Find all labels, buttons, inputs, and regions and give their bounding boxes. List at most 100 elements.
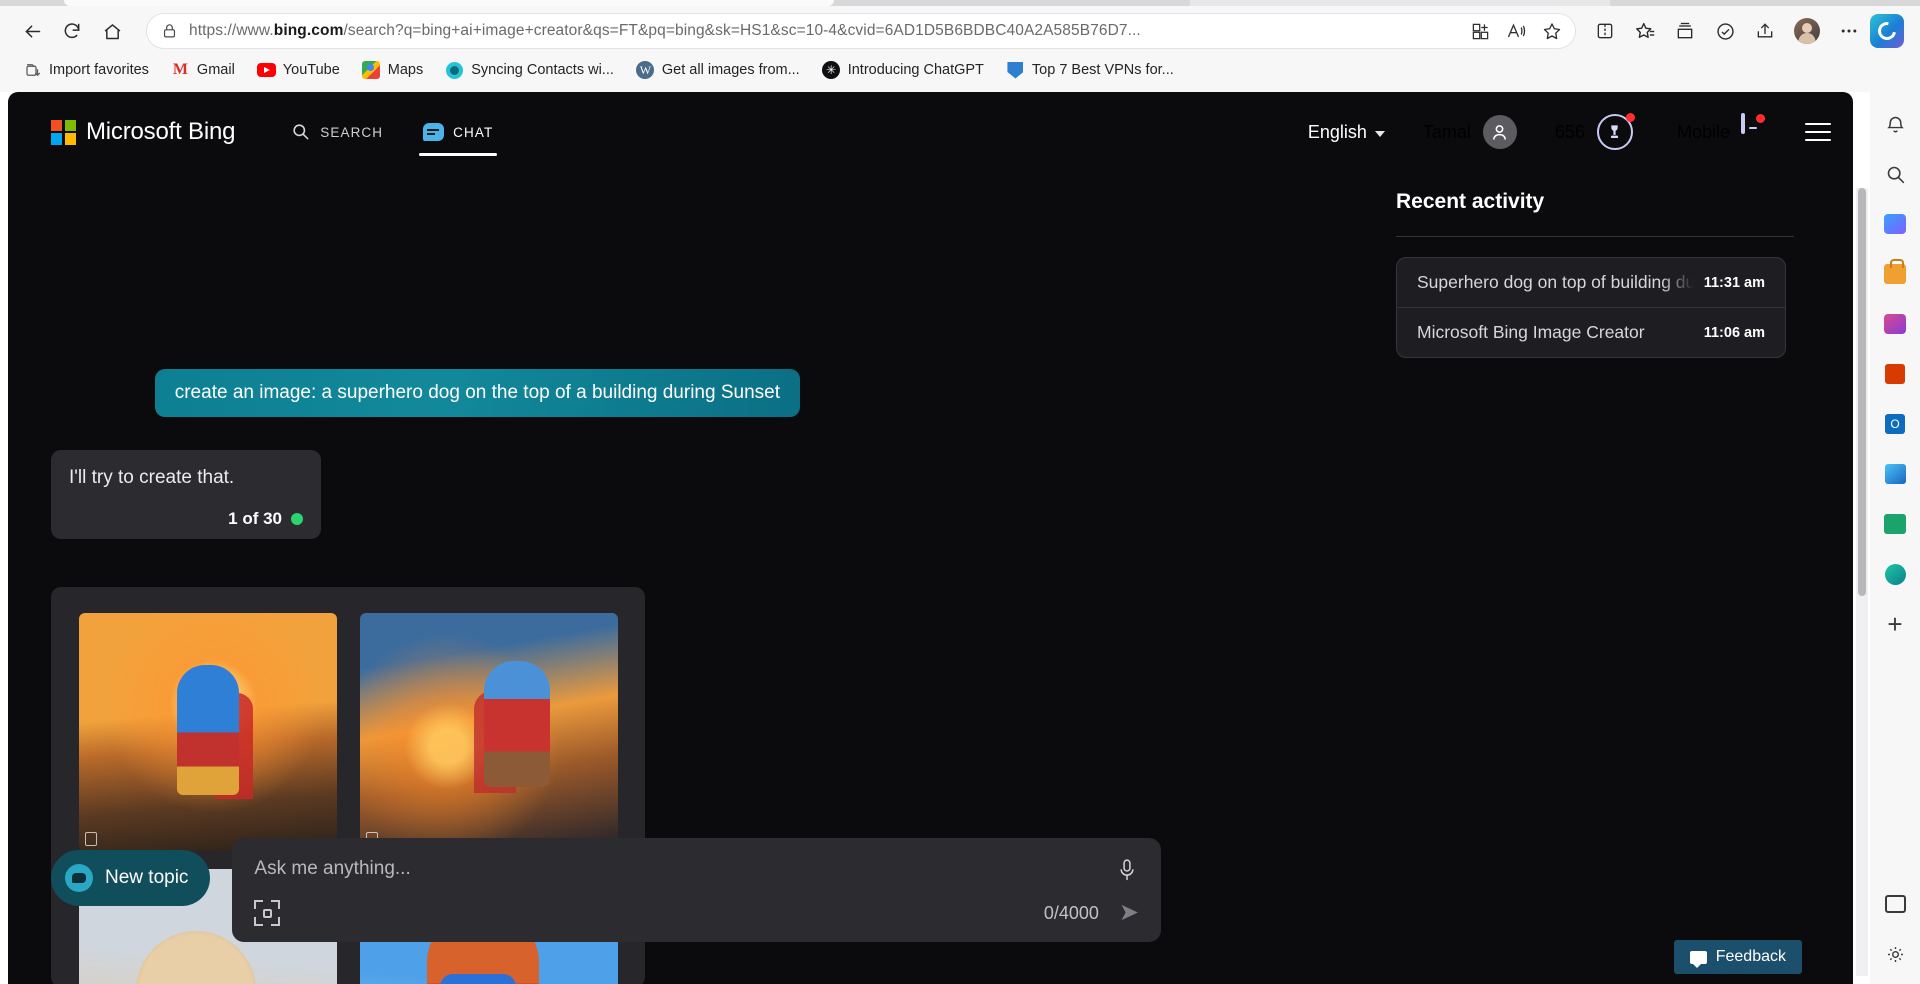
notifications-icon[interactable] — [1875, 104, 1915, 144]
visual-search-icon[interactable] — [254, 900, 281, 926]
read-aloud-icon[interactable] — [1499, 15, 1533, 47]
settings-icon[interactable] — [1875, 934, 1915, 974]
refresh-button[interactable] — [52, 11, 92, 51]
activity-label: Superhero dog on top of building during … — [1417, 272, 1694, 292]
sync-icon — [445, 61, 464, 80]
tab-chat[interactable]: CHAT — [419, 92, 498, 172]
turn-counter: 1 of 30 — [228, 508, 282, 528]
feedback-label: Feedback — [1715, 948, 1786, 965]
browser-essentials-icon — [1716, 22, 1734, 40]
split-screen-icon — [1597, 23, 1613, 39]
collections-icon — [1677, 22, 1693, 39]
list-item[interactable]: Microsoft Bing Image Creator 11:06 am — [1397, 307, 1785, 357]
generated-image[interactable] — [79, 613, 337, 851]
new-topic-icon — [65, 864, 93, 892]
page-scrollbar[interactable] — [1856, 188, 1868, 976]
chat-column: create an image: a superhero dog on the … — [8, 172, 1308, 984]
settings-and-more-button[interactable] — [1830, 12, 1868, 50]
composer[interactable]: Ask me anything... 0/4000 ➤ — [232, 838, 1161, 942]
designer-icon[interactable] — [1875, 454, 1915, 494]
share-button[interactable] — [1746, 12, 1784, 50]
browser-essentials-button[interactable] — [1706, 12, 1744, 50]
feedback-button[interactable]: Feedback — [1673, 940, 1802, 974]
outlook-icon[interactable]: O — [1875, 404, 1915, 444]
bookmark-youtube[interactable]: YouTube — [248, 55, 349, 85]
search-icon[interactable] — [1875, 154, 1915, 194]
favorites-button[interactable] — [1626, 12, 1664, 50]
youtube-icon — [256, 61, 276, 80]
tab-actions-icon[interactable] — [1875, 884, 1915, 924]
refresh-icon — [64, 23, 80, 39]
address-bar-icons — [1463, 15, 1569, 47]
user-avatar[interactable] — [1482, 115, 1517, 149]
import-favorites-icon — [23, 61, 42, 80]
activity-label: Microsoft Bing Image Creator — [1417, 322, 1645, 342]
bot-message-bubble: I'll try to create that. 1 of 30 — [51, 450, 321, 539]
collections-button[interactable] — [1666, 12, 1704, 50]
copilot-button[interactable] — [1870, 14, 1904, 48]
bookmark-label: Gmail — [196, 62, 235, 78]
language-selector[interactable]: English — [1308, 122, 1385, 143]
bookmark-introducing-chatgpt[interactable]: ✳ Introducing ChatGPT — [813, 55, 993, 85]
browser-window: https://www.bing.com/search?q=bing+ai+im… — [0, 0, 1920, 984]
split-screen-button[interactable] — [1586, 12, 1624, 50]
search-icon — [291, 122, 311, 142]
vpn-icon — [1006, 61, 1025, 80]
home-button[interactable] — [92, 11, 132, 51]
gmail-icon: M — [172, 61, 188, 78]
person-icon — [1493, 124, 1507, 140]
bookmark-gmail[interactable]: M Gmail — [162, 55, 244, 85]
language-label: English — [1307, 121, 1367, 142]
tools-icon[interactable] — [1875, 554, 1915, 594]
bot-message-meta: 1 of 30 — [69, 509, 303, 529]
back-button[interactable] — [12, 11, 52, 51]
browser-toolbar-right — [1586, 12, 1920, 50]
office-icon[interactable] — [1875, 354, 1915, 394]
user-message-bubble: create an image: a superhero dog on the … — [154, 369, 800, 417]
add-icon[interactable]: + — [1875, 604, 1915, 644]
url-text: https://www.bing.com/search?q=bing+ai+im… — [189, 22, 1141, 39]
bookmark-label: YouTube — [282, 62, 340, 78]
send-icon[interactable]: ➤ — [1119, 901, 1139, 925]
tab-search[interactable]: SEARCH — [287, 92, 387, 172]
rewards-notification-dot — [1625, 113, 1635, 122]
bookmark-top-7-vpns[interactable]: Top 7 Best VPNs for... — [997, 55, 1183, 85]
tab-label: CHAT — [453, 124, 494, 140]
microsoft-bing-logo[interactable]: Microsoft Bing — [51, 118, 235, 146]
new-topic-label: New topic — [105, 867, 189, 888]
bing-mode-tabs: SEARCH CHAT — [287, 92, 498, 172]
generated-image[interactable] — [360, 613, 618, 851]
status-dot-icon — [291, 512, 303, 525]
split-screen-add-icon[interactable] — [1463, 15, 1497, 47]
list-item[interactable]: Superhero dog on top of building during … — [1397, 258, 1785, 307]
shopping-icon[interactable] — [1875, 204, 1915, 244]
bookmark-syncing-contacts[interactable]: Syncing Contacts wi... — [436, 55, 623, 85]
bookmark-get-all-images[interactable]: W Get all images from... — [627, 55, 809, 85]
menu-button[interactable] — [1805, 123, 1831, 141]
activity-time: 11:06 am — [1703, 324, 1765, 341]
bookmark-label: Get all images from... — [661, 62, 800, 78]
browser-chrome: https://www.bing.com/search?q=bing+ai+im… — [0, 0, 1920, 92]
bookmark-import-favorites[interactable]: Import favorites — [14, 55, 158, 85]
address-bar[interactable]: https://www.bing.com/search?q=bing+ai+im… — [146, 13, 1576, 49]
bag-icon[interactable] — [1875, 254, 1915, 294]
games-icon[interactable] — [1875, 304, 1915, 344]
phone-icon — [1741, 113, 1745, 134]
feedback-icon — [1689, 950, 1707, 968]
chat-icon — [423, 123, 445, 141]
rewards-button[interactable] — [1596, 113, 1635, 150]
profile-avatar[interactable] — [1794, 18, 1820, 44]
bing-chat-page: Microsoft Bing SEARCH CHAT English Tamal… — [8, 92, 1853, 984]
microphone-icon[interactable] — [1117, 858, 1139, 886]
cart-icon[interactable] — [1875, 504, 1915, 544]
chat-input[interactable]: Ask me anything... — [254, 838, 1091, 900]
scrollbar-thumb[interactable] — [1858, 188, 1866, 596]
new-topic-button[interactable]: New topic — [51, 850, 211, 906]
divider — [1396, 236, 1794, 237]
activity-time: 11:31 am — [1703, 274, 1765, 291]
add-favorite-icon[interactable] — [1535, 15, 1569, 47]
mobile-button[interactable] — [1741, 113, 1765, 149]
lock-icon — [161, 22, 179, 40]
bookmark-maps[interactable]: Maps — [353, 55, 432, 85]
microsoft-logo-icon — [51, 119, 76, 145]
